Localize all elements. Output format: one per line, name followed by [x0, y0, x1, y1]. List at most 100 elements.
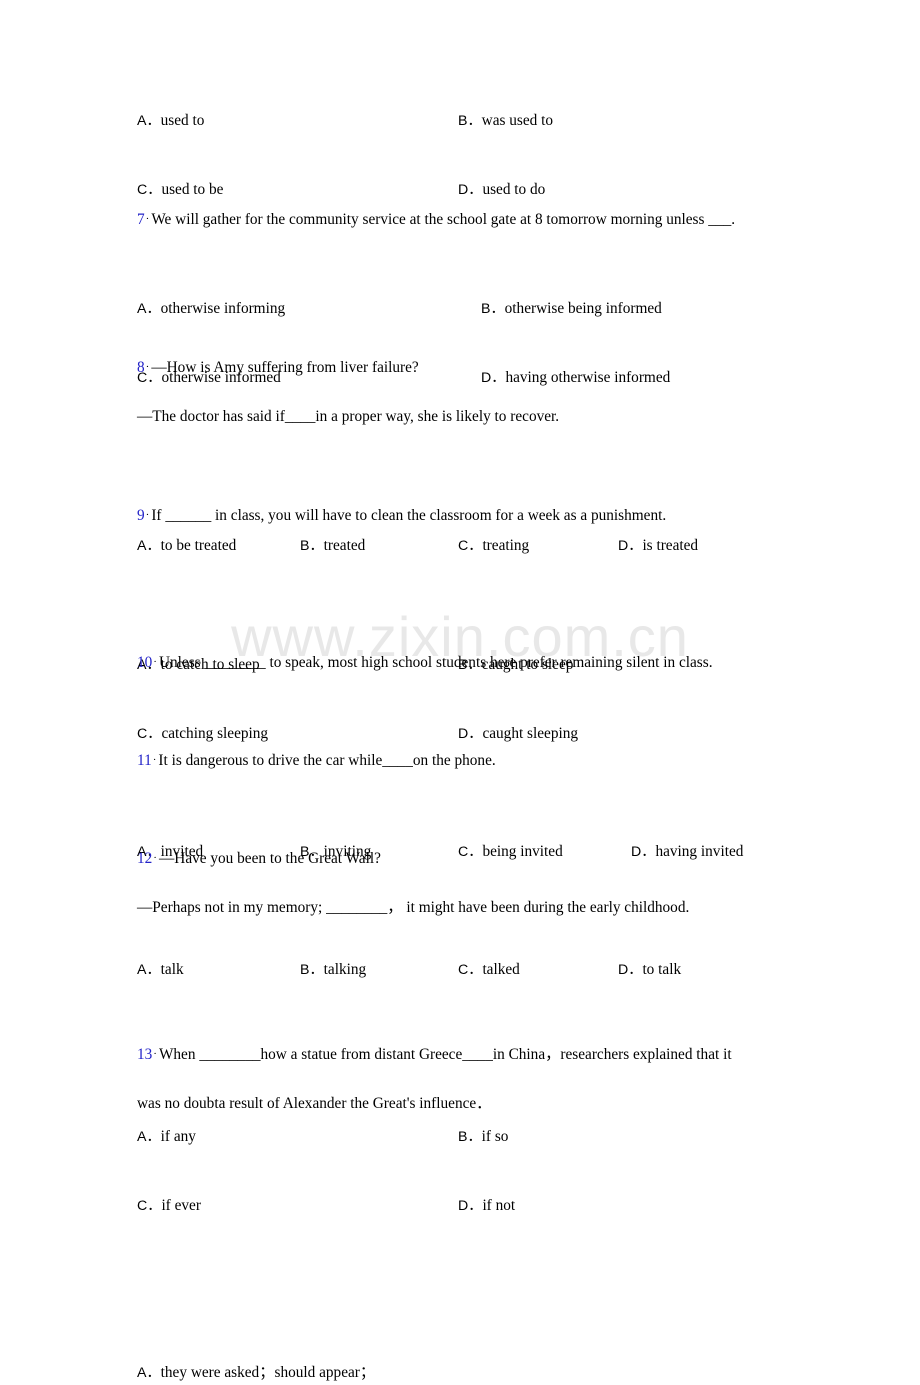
q9-option-d-text: caught sleeping	[482, 725, 579, 742]
q6-options-row-2: C．used to be D．used to do	[137, 182, 837, 202]
document-page: A．used to B．was used to C．used to be D．u…	[0, 0, 920, 1380]
q7-option-a-letter: A．	[137, 301, 161, 317]
q12-option-a-letter: A．	[137, 1129, 161, 1145]
q6-option-b[interactable]: B．was used to	[458, 113, 553, 128]
q7-option-b-letter: B．	[481, 301, 505, 317]
q6-option-a-letter: A．	[137, 113, 161, 129]
q6-option-b-letter: B．	[458, 113, 482, 129]
q11-option-d-letter: D．	[618, 962, 643, 978]
q7-number: 7	[137, 211, 145, 228]
q12-options-row-1: A．if any B．if so	[137, 1129, 837, 1149]
q7-stem: 7· We will gather for the community servi…	[137, 212, 837, 227]
q6-option-d-text: used to do	[482, 181, 546, 198]
q11-option-b[interactable]: B．talking	[300, 962, 366, 977]
q12-option-c-text: if ever	[161, 1197, 201, 1214]
q9-stem: 9· If ______ in class, you will have to c…	[137, 508, 837, 523]
q6-option-c[interactable]: C．used to be	[137, 182, 223, 197]
q12-option-b-letter: B．	[458, 1129, 482, 1145]
q6-option-d[interactable]: D．used to do	[458, 182, 545, 197]
q10-stem-text: Unless ________ to speak, most high scho…	[158, 654, 713, 671]
q6-option-c-text: used to be	[161, 181, 224, 198]
q8-option-d-letter: D．	[618, 538, 643, 554]
q11-stem-text: It is dangerous to drive the car while__…	[158, 752, 496, 769]
q12-option-b-text: if so	[481, 1128, 509, 1145]
q9-option-c[interactable]: C．catching sleeping	[137, 726, 268, 741]
q7-option-a-text: otherwise informing	[160, 300, 286, 317]
q9-option-d-letter: D．	[458, 726, 483, 742]
q12-stem: 12· —Have you been to the Great Wall?	[137, 851, 837, 866]
q8-option-b[interactable]: B．treated	[300, 538, 365, 553]
q7-option-b[interactable]: B．otherwise being informed	[481, 301, 662, 316]
q12-option-b[interactable]: B．if so	[458, 1129, 508, 1144]
q13-stem-text-2: was no doubta result of Alexander the Gr…	[137, 1095, 492, 1112]
q8-number: 8	[137, 359, 145, 376]
q8-options-row: A．to be treated B．treated C．treating D．i…	[137, 538, 837, 558]
q11-option-c[interactable]: C．talked	[458, 962, 520, 977]
q8-option-c-text: treating	[482, 537, 530, 554]
q13-options-row: A．they were asked；should appear；	[137, 1365, 837, 1385]
q13-option-a-letter: A．	[137, 1365, 161, 1381]
q8-option-a-letter: A．	[137, 538, 161, 554]
q12-option-d-letter: D．	[458, 1198, 483, 1214]
q10-number: 10	[137, 654, 153, 671]
q6-option-a-text: used to	[160, 112, 205, 129]
q12-number: 12	[137, 850, 153, 867]
q12-option-c[interactable]: C．if ever	[137, 1198, 201, 1213]
q12-option-d-text: if not	[482, 1197, 516, 1214]
q6-options-row-1: A．used to B．was used to	[137, 113, 837, 133]
q13-separator: ·	[153, 1048, 157, 1060]
q6-option-b-text: was used to	[481, 112, 554, 129]
q9-options-row-2: C．catching sleeping D．caught sleeping	[137, 726, 837, 746]
q10-separator: ·	[153, 656, 157, 668]
q8-option-b-letter: B．	[300, 538, 324, 554]
q11-option-b-letter: B．	[300, 962, 324, 978]
q13-option-a[interactable]: A．they were asked；should appear；	[137, 1365, 375, 1380]
q12-option-d[interactable]: D．if not	[458, 1198, 515, 1213]
q6-option-a[interactable]: A．used to	[137, 113, 204, 128]
q13-stem-text: When ________how a statue from distant G…	[158, 1046, 732, 1063]
q11-option-b-text: talking	[323, 961, 367, 978]
q11-option-c-letter: C．	[458, 962, 483, 978]
q11-options-row: A．talk B．talking C．talked D．to talk	[137, 962, 837, 982]
q11-option-d[interactable]: D．to talk	[618, 962, 681, 977]
q8-option-d-text: is treated	[642, 537, 699, 554]
q8-option-b-text: treated	[323, 537, 366, 554]
q9-option-c-letter: C．	[137, 726, 162, 742]
q12-separator: ·	[153, 852, 157, 864]
q8-stem-line-2: —The doctor has said if____in a proper w…	[137, 409, 837, 424]
q12-option-a[interactable]: A．if any	[137, 1129, 196, 1144]
q9-stem-text: If ______ in class, you will have to cle…	[151, 507, 667, 524]
q11-option-a-text: talk	[160, 961, 184, 978]
q11-option-a[interactable]: A．talk	[137, 962, 184, 977]
q13-stem-line-2: was no doubta result of Alexander the Gr…	[137, 1096, 837, 1111]
q12-stem-text: —Have you been to the Great Wall?	[158, 850, 381, 867]
q8-stem-text-2: —The doctor has said if____in a proper w…	[137, 408, 560, 425]
q8-option-c-letter: C．	[458, 538, 483, 554]
q12-options-row-2: C．if ever D．if not	[137, 1198, 837, 1218]
q8-stem-text: —How is Amy suffering from liver failure…	[151, 359, 419, 376]
q8-option-c[interactable]: C．treating	[458, 538, 529, 553]
q8-option-a-text: to be treated	[160, 537, 237, 554]
q8-stem: 8· —How is Amy suffering from liver failu…	[137, 360, 837, 375]
q11-stem: 11· It is dangerous to drive the car whil…	[137, 753, 837, 768]
q7-option-a[interactable]: A．otherwise informing	[137, 301, 285, 316]
q11-number: 11	[137, 752, 152, 769]
q6-option-c-letter: C．	[137, 182, 162, 198]
q8-option-a[interactable]: A．to be treated	[137, 538, 236, 553]
q10-stem: 10· Unless ________ to speak, most high s…	[137, 655, 837, 670]
q7-option-b-text: otherwise being informed	[504, 300, 662, 317]
q11-option-d-text: to talk	[642, 961, 682, 978]
q7-stem-text: We will gather for the community service…	[151, 211, 736, 228]
q11-option-c-text: talked	[482, 961, 520, 978]
q13-stem: 13· When ________how a statue from distan…	[137, 1047, 897, 1062]
q7-options-row-1: A．otherwise informing B．otherwise being …	[137, 301, 837, 321]
q11-option-a-letter: A．	[137, 962, 161, 978]
q6-option-d-letter: D．	[458, 182, 483, 198]
q9-option-c-text: catching sleeping	[161, 725, 269, 742]
q12-stem-text-2: —Perhaps not in my memory; ________， it …	[137, 899, 690, 916]
q8-option-d[interactable]: D．is treated	[618, 538, 698, 553]
q12-option-a-text: if any	[160, 1128, 196, 1145]
q9-option-d[interactable]: D．caught sleeping	[458, 726, 578, 741]
q12-option-c-letter: C．	[137, 1198, 162, 1214]
q12-stem-line-2: —Perhaps not in my memory; ________， it …	[137, 900, 837, 915]
